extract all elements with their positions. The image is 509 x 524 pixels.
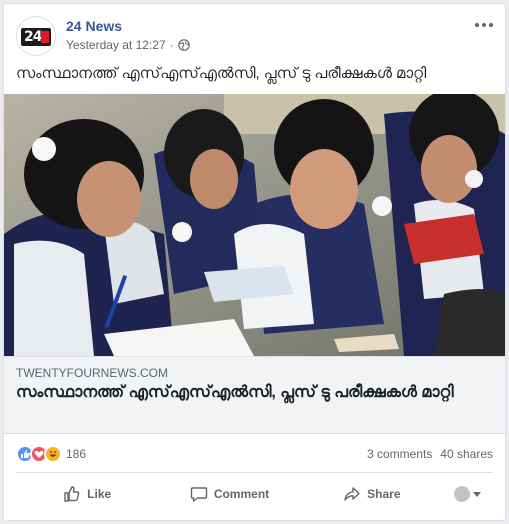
post-actions: Like Comment Share (16, 476, 493, 512)
page-logo-text: 24 (24, 29, 43, 45)
like-button[interactable]: Like (16, 478, 158, 510)
reaction-audience-selector[interactable] (443, 478, 493, 510)
link-domain: TWENTYFOURNEWS.COM (16, 366, 168, 380)
comments-count[interactable]: 3 comments (367, 447, 432, 461)
post-header: 24 24 News Yesterday at 12:27 · (16, 14, 493, 62)
post-card: 24 24 News Yesterday at 12:27 · സംസ്ഥാനത… (3, 3, 506, 521)
post-stats: 3 comments 40 shares (367, 447, 493, 461)
post-meta: Yesterday at 12:27 · (66, 38, 190, 52)
post-timestamp[interactable]: Yesterday at 12:27 (66, 38, 166, 52)
globe-icon[interactable] (177, 39, 190, 51)
meta-separator: · (169, 38, 174, 52)
share-label: Share (367, 487, 401, 501)
students-photo (4, 94, 505, 356)
like-label: Like (87, 487, 112, 501)
reaction-count[interactable]: 186 (66, 447, 86, 461)
post-image[interactable] (4, 94, 505, 356)
more-options-icon[interactable] (475, 20, 493, 30)
shares-count[interactable]: 40 shares (440, 447, 493, 461)
reactions-summary: 186 3 comments 40 shares (16, 442, 493, 466)
share-button[interactable]: Share (301, 478, 443, 510)
actions-divider (16, 472, 493, 473)
link-preview[interactable]: TWENTYFOURNEWS.COM സംസ്ഥാനത്ത് എസ്എസ്എൽസ… (4, 356, 505, 434)
post-text: സംസ്ഥാനത്ത് എസ്എസ്എൽസി, പ്ലസ് ടു പരീക്ഷക… (16, 65, 427, 82)
comment-label: Comment (213, 487, 270, 501)
page-avatar[interactable]: 24 (16, 16, 56, 56)
page-logo: 24 (21, 28, 51, 46)
share-arrow-icon (344, 487, 360, 501)
haha-icon[interactable] (44, 445, 62, 463)
user-avatar (454, 486, 471, 502)
comment-icon (190, 487, 208, 502)
page-name-link[interactable]: 24 News (66, 18, 122, 34)
comment-button[interactable]: Comment (158, 478, 300, 510)
link-title[interactable]: സംസ്ഥാനത്ത് എസ്എസ്എൽസി, പ്ലസ് ടു പരീക്ഷക… (16, 382, 493, 403)
logo-accent (41, 31, 49, 43)
chevron-down-icon (473, 491, 482, 497)
thumbs-up-icon (64, 486, 80, 502)
